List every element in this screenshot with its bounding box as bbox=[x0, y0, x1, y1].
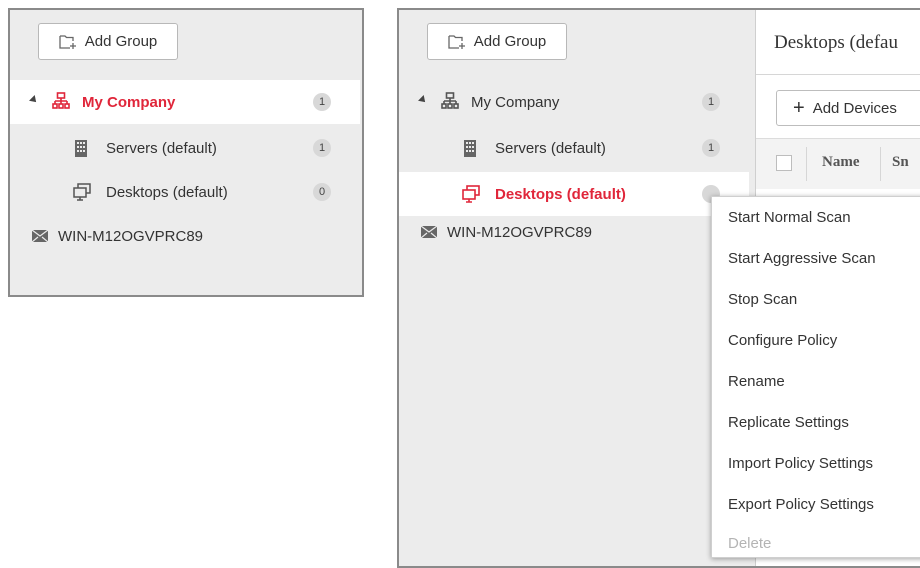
add-group-label: Add Group bbox=[84, 33, 158, 50]
menu-item-export-policy-settings[interactable]: Export Policy Settings bbox=[728, 496, 874, 513]
count-badge: 0 bbox=[313, 183, 331, 201]
tree-item-my-company[interactable]: My Company 1 bbox=[10, 80, 360, 124]
add-group-button[interactable]: Add Group bbox=[38, 23, 178, 60]
menu-item-import-policy-settings[interactable]: Import Policy Settings bbox=[728, 455, 873, 472]
add-devices-label: Add Devices bbox=[812, 99, 897, 117]
menu-item-start-aggressive-scan[interactable]: Start Aggressive Scan bbox=[728, 250, 876, 267]
add-devices-button[interactable]: + Add Devices bbox=[776, 90, 920, 126]
menu-item-delete: Delete bbox=[728, 535, 772, 552]
tree-item-desktops[interactable]: Desktops (default) 0 bbox=[10, 170, 360, 214]
tree-item-servers[interactable]: Servers (default) 1 bbox=[399, 126, 749, 170]
context-menu: Start Normal Scan Start Aggressive Scan … bbox=[711, 196, 920, 558]
desktop-icon bbox=[73, 183, 91, 201]
menu-item-stop-scan[interactable]: Stop Scan bbox=[728, 291, 797, 308]
column-header-name[interactable]: Name bbox=[822, 154, 860, 171]
column-header-sn[interactable]: Sn bbox=[892, 154, 909, 171]
collapse-arrow-icon[interactable] bbox=[418, 95, 428, 105]
menu-item-rename[interactable]: Rename bbox=[728, 373, 785, 390]
tree-item-label: Servers (default) bbox=[495, 139, 606, 157]
collapse-arrow-icon[interactable] bbox=[29, 95, 39, 105]
add-group-button[interactable]: Add Group bbox=[427, 23, 567, 60]
count-badge: 1 bbox=[702, 93, 720, 111]
group-tree: Add Group My Company 1 Servers (default)… bbox=[399, 10, 752, 566]
plus-icon: + bbox=[793, 97, 805, 119]
tree-item-label: Desktops (default) bbox=[106, 183, 228, 201]
tree-item-label: WIN-M12OGVPRC89 bbox=[58, 227, 204, 245]
tree-item-label: WIN-M12OGVPRC89 bbox=[447, 223, 593, 241]
tree-item-unassigned-device[interactable]: WIN-M12OGVPRC89 bbox=[399, 210, 749, 254]
device-table-header: Name Sn bbox=[756, 138, 920, 189]
menu-item-configure-policy[interactable]: Configure Policy bbox=[728, 332, 837, 349]
envelope-icon bbox=[32, 230, 48, 242]
group-title: Desktops (defau bbox=[774, 32, 898, 53]
network-tree-icon bbox=[52, 92, 70, 110]
tree-item-label: My Company bbox=[471, 93, 560, 111]
envelope-icon bbox=[421, 226, 437, 238]
network-tree-icon bbox=[441, 92, 459, 110]
add-folder-icon bbox=[59, 34, 76, 49]
tree-item-label: My Company bbox=[82, 93, 176, 111]
tree-item-my-company[interactable]: My Company 1 bbox=[399, 80, 749, 124]
tree-item-label: Desktops (default) bbox=[495, 185, 626, 203]
desktop-icon bbox=[462, 185, 480, 203]
select-all-checkbox[interactable] bbox=[776, 155, 792, 171]
menu-item-start-normal-scan[interactable]: Start Normal Scan bbox=[728, 209, 851, 226]
tree-item-unassigned-device[interactable]: WIN-M12OGVPRC89 bbox=[10, 214, 360, 258]
count-badge: 1 bbox=[313, 93, 331, 111]
tree-item-servers[interactable]: Servers (default) 1 bbox=[10, 126, 360, 170]
tree-item-label: Servers (default) bbox=[106, 139, 217, 157]
column-divider bbox=[880, 147, 881, 181]
header-divider bbox=[756, 74, 920, 75]
add-group-label: Add Group bbox=[473, 33, 547, 50]
count-badge: 1 bbox=[313, 139, 331, 157]
server-icon bbox=[74, 140, 88, 157]
menu-item-replicate-settings[interactable]: Replicate Settings bbox=[728, 414, 849, 431]
add-folder-icon bbox=[448, 34, 465, 49]
group-tree-panel: Add Group My Company 1 Servers (default)… bbox=[8, 8, 364, 297]
server-icon bbox=[463, 140, 477, 157]
count-badge: 1 bbox=[702, 139, 720, 157]
column-divider bbox=[806, 147, 807, 181]
